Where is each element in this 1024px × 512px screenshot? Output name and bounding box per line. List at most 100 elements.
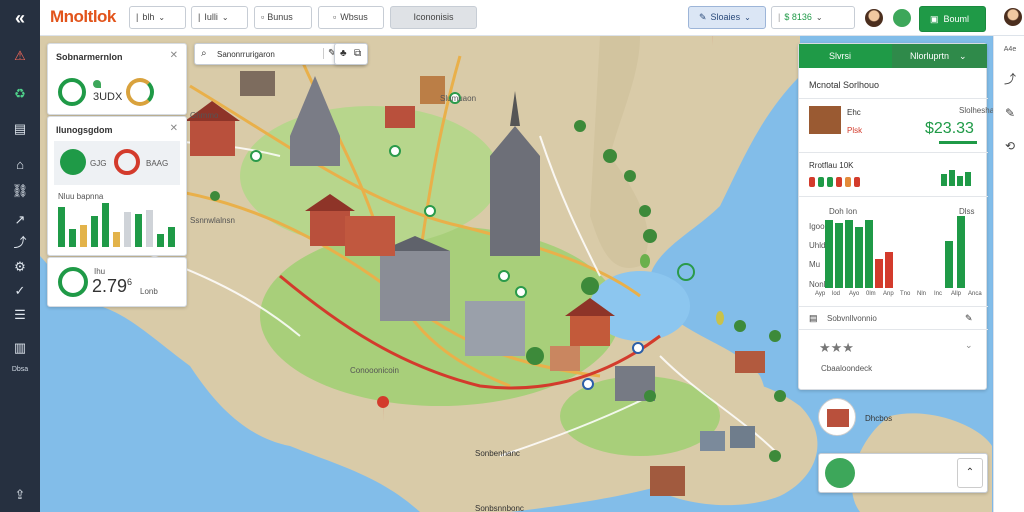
primary-action-button[interactable]: ▣ Bouml (919, 6, 986, 32)
item-status: Slolhesha (959, 106, 995, 115)
metric-label: Ihu (94, 267, 106, 276)
divider (799, 329, 988, 330)
mini-bar (957, 176, 963, 186)
section-label: Rrotflau (809, 161, 838, 170)
alert-icon[interactable]: ⚠ (10, 46, 30, 66)
mini-bar (965, 172, 971, 186)
share-icon[interactable]: ⤴ (10, 233, 30, 253)
toolbar-button-1[interactable]: ▫ Bunus (254, 6, 312, 29)
leaf-icon (93, 80, 101, 88)
close-icon[interactable]: ✕ (170, 123, 178, 134)
export-icon[interactable]: ⇪ (10, 485, 30, 505)
bar-chart-bar (168, 227, 175, 247)
tag-green (818, 177, 824, 187)
stats-card: Ilunogsgdom ✕ GJG BAAG Nluu bapnna (47, 116, 187, 256)
tab-2[interactable]: Nlorluprtn ⌄ (892, 44, 987, 68)
team-avatar[interactable] (892, 8, 912, 28)
chart-y-label-3: Mu (809, 260, 821, 269)
clipboard-icon[interactable]: ▤ (10, 119, 30, 139)
rating-label: Cbaaloondeck (821, 364, 873, 373)
map-label-6: Dhcbos (865, 414, 893, 423)
link-icon[interactable]: ⛓ (10, 181, 30, 201)
footer-link[interactable]: Sobvnllvonnio (827, 314, 877, 323)
edit-icon[interactable]: ✎ (1000, 103, 1020, 123)
chevron-down-icon: ⌄ (815, 13, 823, 22)
chevron-down-icon: ⌄ (158, 13, 166, 22)
right-rail: A4e ⤴ ✎ ⟲ (993, 36, 1024, 512)
list-icon[interactable]: ☰ (10, 305, 30, 325)
chevron-up-icon[interactable]: ⌃ (957, 458, 983, 488)
bar-chart-bar (58, 207, 65, 247)
detail-chart-bar (835, 223, 843, 288)
layers-icon[interactable]: ⧉ (354, 48, 361, 59)
bar-chart-bar (146, 210, 153, 247)
map-label-1: Slumuaon (440, 94, 477, 103)
toolbar-select-2[interactable]: | Iulli ⌄ (191, 6, 248, 29)
house-icon (827, 409, 849, 427)
close-icon[interactable]: ✕ (170, 50, 178, 61)
mini-bar (949, 170, 955, 186)
chevron-down-icon: ⌄ (744, 13, 751, 22)
app-logo-icon[interactable]: « (8, 6, 32, 30)
settings-icon[interactable]: ⚙ (10, 257, 30, 277)
axis-tick-label: Anca (968, 291, 982, 297)
price-dropdown[interactable]: | $ 8136 ⌄ (771, 6, 855, 29)
tag-green (827, 177, 833, 187)
progress-ring-green (58, 78, 86, 106)
stat-2: BAAG (146, 159, 169, 168)
detail-chart-bar (875, 259, 883, 288)
external-link-icon[interactable]: ↗ (10, 210, 30, 230)
check-icon[interactable]: ✓ (10, 281, 30, 301)
tab-1[interactable]: Slvrsi (799, 44, 892, 68)
stats-subtitle: Nluu bapnna (58, 192, 104, 201)
summary-value: 3UDX (93, 91, 123, 103)
chevron-down-icon[interactable]: ⌄ (965, 340, 973, 351)
user-avatar[interactable] (864, 8, 884, 28)
edit-icon[interactable]: ✎ (965, 313, 973, 324)
map-mini-panel[interactable]: ⌃ (818, 453, 988, 493)
axis-tick-label: Nln (917, 291, 927, 297)
chart-x-axis: Ayp lod Ayo 0lm Anp Tno Nln Inc Allp Anca (815, 291, 985, 301)
divider (799, 306, 988, 307)
document-icon: ▤ (809, 313, 818, 323)
rail-label: A4e (1003, 46, 1017, 53)
axis-tick-label: Ayp (815, 291, 826, 297)
map-label-5: Sonbsnnbonc (475, 504, 524, 512)
detail-chart-bar (845, 220, 853, 288)
tag-strip (809, 175, 860, 187)
profile-avatar[interactable] (1003, 7, 1023, 27)
red-house-3 (345, 216, 395, 256)
recycle-icon[interactable]: ♻ (10, 84, 30, 104)
rating-stars-icon[interactable]: ★★★ (819, 340, 854, 356)
toolbar-button-3[interactable]: Icononisis (390, 6, 477, 29)
status-ring-red (114, 149, 140, 175)
select-1-value: blh (142, 12, 155, 22)
share-icon[interactable]: ⤴ (1000, 69, 1020, 89)
save-icon: ▣ (930, 14, 939, 24)
chart-y-label-4: Nonl (809, 280, 826, 289)
home-icon[interactable]: ⌂ (10, 155, 30, 175)
divider (799, 98, 988, 99)
history-icon[interactable]: ⟲ (1000, 136, 1020, 156)
tree-icon[interactable]: ♣ (340, 48, 347, 59)
poi-bubble[interactable] (818, 398, 856, 436)
globe-icon (825, 458, 855, 488)
axis-tick-label: lod (832, 291, 841, 297)
metric-value: 2.79 (92, 276, 128, 296)
house-south-2 (700, 431, 725, 451)
metric-card: Ihu 2.796 Lonb (47, 257, 187, 307)
axis-tick-label: 0lm (866, 291, 876, 297)
detail-chart-bar (825, 220, 833, 288)
bar-chart-bar (69, 229, 76, 247)
square-icon: ▫ (333, 12, 337, 22)
house-south-3 (730, 426, 755, 448)
house-east-3 (735, 351, 765, 373)
bar-chart-bar (113, 232, 120, 247)
bar-chart-bar (102, 203, 109, 247)
chart-head-1: Doh Ion (829, 207, 858, 216)
building-icon[interactable]: ▥ (10, 338, 30, 358)
chart-head-2: Dlss (959, 207, 975, 216)
search-dropdown[interactable]: ✎ Sloaies ⌄ (688, 6, 766, 29)
toolbar-select-1[interactable]: | blh ⌄ (129, 6, 186, 29)
toolbar-button-2[interactable]: ▫ Wbsus (318, 6, 384, 29)
